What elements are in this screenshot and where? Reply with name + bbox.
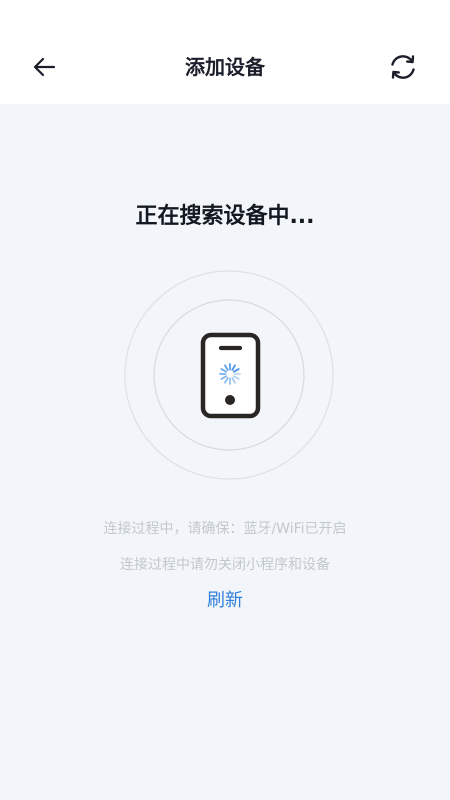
device-search-radar — [124, 270, 334, 480]
connection-tip-bluetooth-wifi: 连接过程中，请确保：蓝牙/WiFi已开启 — [103, 521, 347, 537]
searching-status-text: 正在搜索设备中... — [135, 204, 315, 229]
phone-searching-icon — [200, 332, 261, 419]
add-device-screen: 添加设备 正在搜索设备中... 连接过程中，请确保：蓝牙/WiFi已开启 连接过… — [0, 0, 450, 800]
refresh-button[interactable] — [384, 48, 422, 86]
refresh-icon — [391, 55, 415, 79]
page-title: 添加设备 — [185, 55, 265, 79]
connection-tip-keep-open: 连接过程中请勿关闭小程序和设备 — [120, 557, 330, 573]
header-bar: 添加设备 — [0, 0, 450, 104]
refresh-link[interactable]: 刷新 — [0, 587, 450, 615]
phone-home-button — [225, 395, 235, 405]
